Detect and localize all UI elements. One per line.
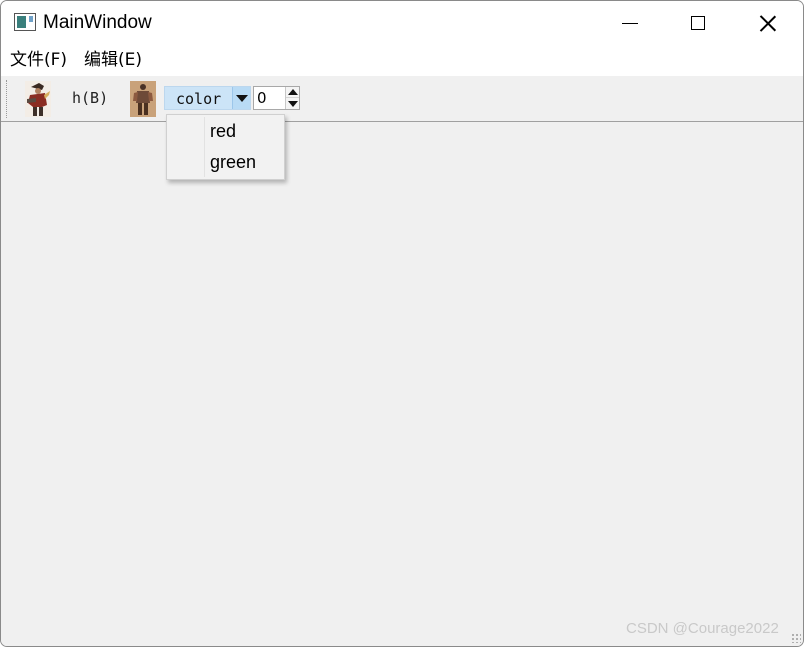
- spinbox-buttons: [285, 87, 299, 109]
- spin-up-icon[interactable]: [286, 87, 299, 98]
- menu-edit[interactable]: 编辑(E): [75, 45, 150, 76]
- color-combobox[interactable]: color: [164, 86, 251, 110]
- dropdown-option-green[interactable]: green: [210, 152, 256, 173]
- toolbar-action-h[interactable]: h(B): [72, 89, 108, 107]
- number-spinbox[interactable]: 0: [253, 86, 300, 110]
- menu-bar: 文件(F) 编辑(E): [1, 45, 803, 76]
- central-widget: [1, 123, 803, 646]
- dropdown-option-red[interactable]: red: [210, 121, 236, 142]
- dropdown-arrow-icon[interactable]: [232, 87, 250, 109]
- minimize-icon: [622, 22, 638, 24]
- popup-gutter: [204, 117, 205, 177]
- resize-grip-handle[interactable]: [791, 633, 801, 643]
- window-title: MainWindow: [43, 12, 152, 33]
- maximize-icon: [691, 16, 705, 30]
- close-icon: [760, 15, 776, 31]
- maximize-button[interactable]: [663, 1, 733, 45]
- toolbar-grip-handle[interactable]: [6, 80, 8, 118]
- minimize-button[interactable]: [595, 1, 665, 45]
- spinbox-value[interactable]: 0: [257, 89, 267, 107]
- main-window: MainWindow 文件(F) 编辑(E) h(B) color 0 red …: [0, 0, 804, 647]
- menu-file[interactable]: 文件(F): [1, 45, 75, 76]
- toolbar: h(B) color 0: [1, 76, 803, 122]
- watermark-text: CSDN @Courage2022: [626, 620, 779, 637]
- spin-down-icon[interactable]: [286, 98, 299, 109]
- title-bar[interactable]: MainWindow: [1, 1, 803, 45]
- combobox-value: color: [176, 90, 222, 108]
- character-image-2[interactable]: [130, 81, 156, 117]
- close-button[interactable]: [733, 1, 803, 45]
- combobox-dropdown-list: red green: [166, 114, 285, 180]
- app-window-icon: [14, 13, 36, 31]
- character-image-1[interactable]: [25, 81, 51, 117]
